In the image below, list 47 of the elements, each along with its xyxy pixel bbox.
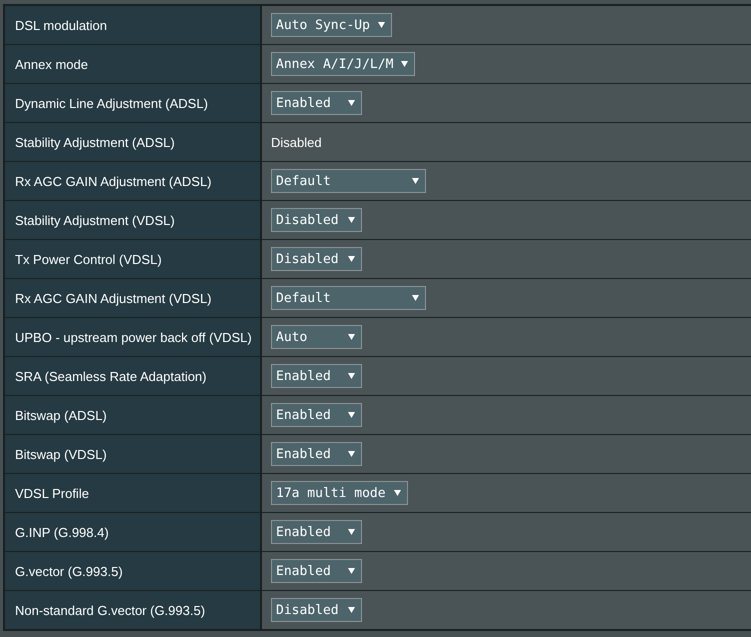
dropdown-caret-icon	[378, 22, 385, 28]
dropdown[interactable]: Enabled	[271, 403, 362, 427]
setting-label: Bitswap (VDSL)	[15, 446, 107, 462]
dropdown[interactable]: Default	[271, 286, 426, 310]
dropdown[interactable]: Auto	[271, 325, 362, 349]
setting-label: G.INP (G.998.4)	[15, 524, 109, 540]
setting-label: DSL modulation	[15, 18, 108, 32]
dropdown-caret-icon	[348, 529, 355, 535]
dropdown-caret-icon	[348, 334, 355, 340]
dropdown[interactable]: Enabled	[271, 559, 362, 583]
setting-label: Dynamic Line Adjustment (ADSL)	[15, 96, 208, 110]
setting-label: UPBO - upstream power back off (VDSL)	[15, 330, 252, 344]
setting-label: VDSL Profile	[15, 486, 89, 500]
dropdown[interactable]: 17a multi mode	[271, 481, 408, 505]
dropdown-caret-icon	[348, 256, 355, 262]
dropdown[interactable]: Auto Sync-Up	[271, 13, 392, 37]
dropdown[interactable]: Disabled	[271, 598, 362, 622]
setting-label: Stability Adjustment (ADSL)	[15, 134, 175, 150]
setting-label: Tx Power Control (VDSL)	[15, 252, 162, 266]
dropdown[interactable]: Disabled	[271, 247, 362, 271]
dropdown-caret-icon	[348, 451, 355, 457]
dropdown-caret-icon	[348, 412, 355, 418]
setting-label: Rx AGC GAIN Adjustment (VDSL)	[15, 290, 212, 306]
setting-label: G.vector (G.993.5)	[15, 564, 123, 578]
dropdown[interactable]: Enabled	[271, 520, 362, 544]
setting-label: Bitswap (ADSL)	[15, 408, 107, 422]
dropdown[interactable]: Enabled	[271, 364, 362, 388]
dropdown-caret-icon	[348, 217, 355, 223]
dropdown-caret-icon	[394, 490, 401, 496]
dropdown-caret-icon	[348, 607, 355, 613]
dropdown[interactable]: Enabled	[271, 91, 362, 115]
dropdown-caret-icon	[412, 178, 419, 184]
setting-value: Disabled	[271, 134, 322, 150]
dropdown[interactable]: Annex A/I/J/L/M	[271, 52, 416, 76]
setting-label: Rx AGC GAIN Adjustment (ADSL)	[15, 174, 212, 188]
dropdown-caret-icon	[348, 373, 355, 379]
setting-label: Annex mode	[15, 56, 88, 72]
setting-label: Stability Adjustment (VDSL)	[15, 212, 175, 228]
dropdown[interactable]: Disabled	[271, 208, 362, 232]
dropdown-caret-icon	[348, 100, 355, 106]
dropdown-caret-icon	[348, 568, 355, 574]
setting-label: Non-standard G.vector (G.993.5)	[15, 602, 206, 618]
dropdown-caret-icon	[401, 61, 408, 67]
dropdown[interactable]: Enabled	[271, 442, 362, 466]
dropdown-caret-icon	[412, 295, 419, 301]
setting-label: SRA (Seamless Rate Adaptation)	[15, 368, 206, 384]
dropdown[interactable]: Default	[271, 169, 426, 193]
